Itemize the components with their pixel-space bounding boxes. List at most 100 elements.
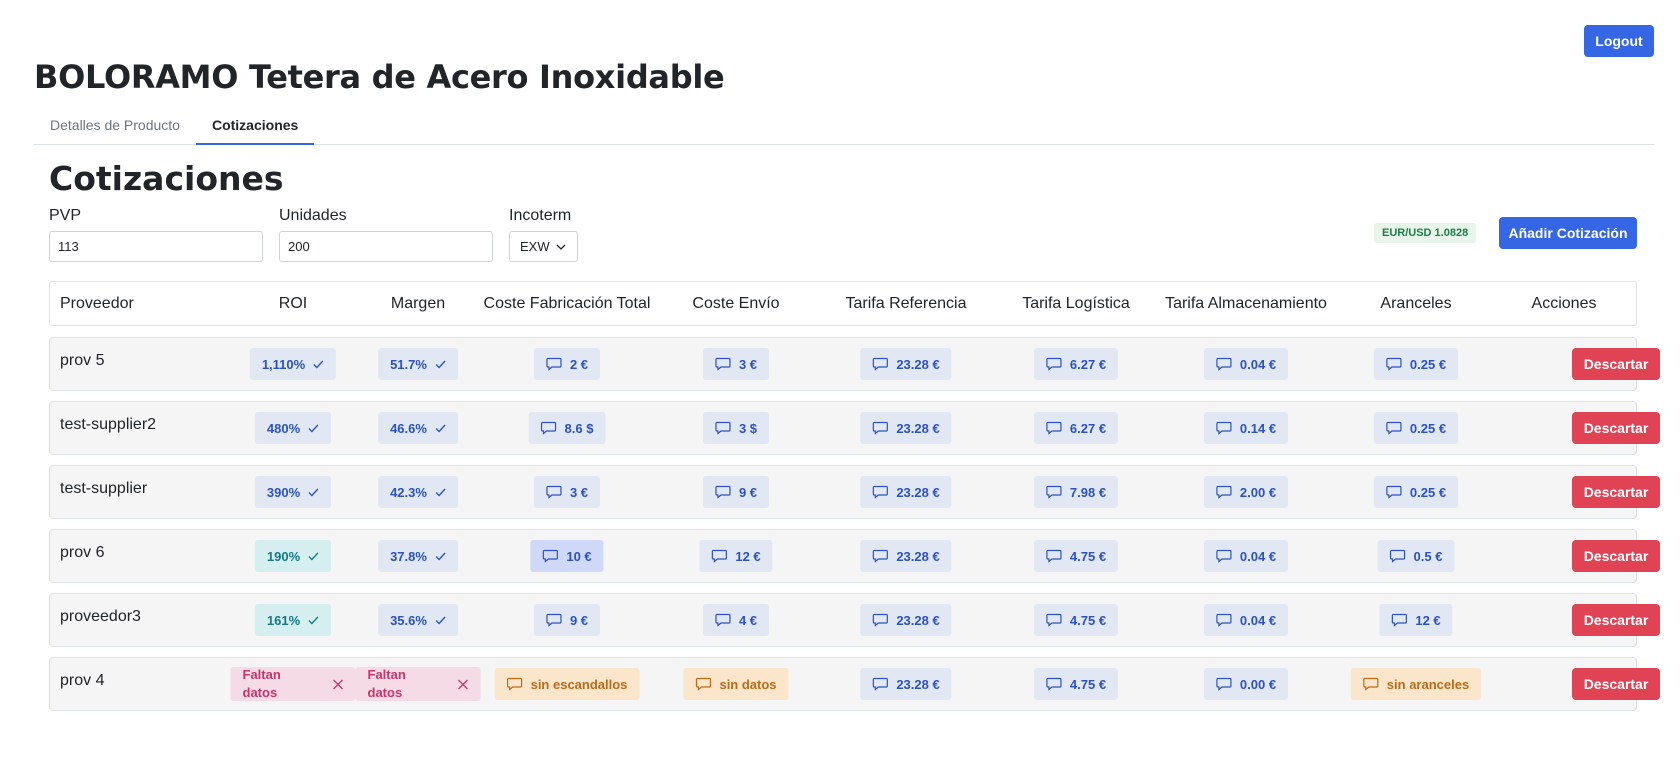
store-pill[interactable]: 0.00 € <box>1203 668 1289 700</box>
tab-quotes[interactable]: Cotizaciones <box>195 110 315 145</box>
fab-pill[interactable]: 2 € <box>533 348 601 380</box>
pill-text: 3 € <box>738 356 758 372</box>
pill-text: 0.25 € <box>1409 356 1447 372</box>
log-pill[interactable]: 6.27 € <box>1033 348 1119 380</box>
tariff-pill[interactable]: 0.25 € <box>1373 348 1459 380</box>
comment-icon <box>546 485 562 499</box>
fab-pill[interactable]: 3 € <box>533 476 601 508</box>
pill-text: sin aranceles <box>1386 676 1470 692</box>
fab-pill[interactable]: sin escandallos <box>494 668 640 700</box>
ship-pill[interactable]: 9 € <box>702 476 770 508</box>
roi-pill[interactable]: Faltan datos <box>230 667 356 701</box>
roi-pill[interactable]: 161% <box>254 604 332 636</box>
discard-button[interactable]: Descartar <box>1572 604 1660 636</box>
margin-pill[interactable]: 37.8% <box>378 540 458 572</box>
table-row: proveedor3 161% 35.6% 9 € 4 € 23.28 € 4.75 € 0.… <box>49 593 1660 647</box>
discard-button[interactable]: Descartar <box>1572 412 1660 444</box>
column-header: Coste Envío <box>692 295 780 312</box>
comment-icon <box>1216 613 1232 627</box>
pill-text: 9 € <box>569 612 589 628</box>
tariff-pill[interactable]: 0.25 € <box>1373 412 1459 444</box>
chevron-down-icon <box>556 244 566 250</box>
add-quote-button[interactable]: Añadir Cotización <box>1499 217 1637 249</box>
tariff-pill[interactable]: 0.5 € <box>1377 540 1455 572</box>
pill-text: 1,110% <box>261 356 306 372</box>
fab-pill[interactable]: 8.6 $ <box>528 412 606 444</box>
discard-button[interactable]: Descartar <box>1572 668 1660 700</box>
roi-pill[interactable]: 390% <box>254 476 332 508</box>
pill-text: 0.25 € <box>1409 484 1447 500</box>
margin-pill[interactable]: 46.6% <box>378 412 458 444</box>
product-title: BOLORAMO Tetera de Acero Inoxidable <box>34 58 725 96</box>
units-input[interactable]: 200 <box>279 231 493 262</box>
comment-icon <box>1386 421 1402 435</box>
store-pill[interactable]: 0.04 € <box>1203 348 1289 380</box>
comment-icon <box>506 677 523 691</box>
table-row: test-supplier2 480% 46.6% 8.6 $ 3 $ 23.28 € 6.… <box>49 401 1660 455</box>
pvp-input[interactable]: 113 <box>49 231 263 262</box>
comment-icon <box>872 421 888 435</box>
margin-pill[interactable]: 35.6% <box>378 604 458 636</box>
column-header: Tarifa Referencia <box>845 295 967 312</box>
comment-icon <box>1216 549 1232 563</box>
discard-button[interactable]: Descartar <box>1572 540 1660 572</box>
roi-pill[interactable]: 1,110% <box>249 348 337 380</box>
ship-pill[interactable]: 4 € <box>702 604 770 636</box>
log-pill[interactable]: 4.75 € <box>1033 604 1119 636</box>
log-pill[interactable]: 4.75 € <box>1033 540 1119 572</box>
ref-pill[interactable]: 23.28 € <box>860 348 952 380</box>
comment-icon <box>1386 357 1402 371</box>
ref-pill[interactable]: 23.28 € <box>860 668 952 700</box>
roi-pill[interactable]: 190% <box>254 540 332 572</box>
store-pill[interactable]: 0.04 € <box>1203 540 1289 572</box>
log-pill[interactable]: 7.98 € <box>1033 476 1119 508</box>
comment-icon <box>1216 357 1232 371</box>
store-pill[interactable]: 2.00 € <box>1203 476 1289 508</box>
pill-text: 4.75 € <box>1069 676 1107 692</box>
ref-pill[interactable]: 23.28 € <box>860 412 952 444</box>
margin-pill[interactable]: 42.3% <box>378 476 458 508</box>
discard-button[interactable]: Descartar <box>1572 348 1660 380</box>
pill-text: 0.00 € <box>1239 676 1277 692</box>
ship-pill[interactable]: 12 € <box>699 540 773 572</box>
tariff-pill[interactable]: sin aranceles <box>1350 668 1482 700</box>
comment-icon <box>1386 485 1402 499</box>
margin-pill[interactable]: 51.7% <box>378 348 458 380</box>
pill-text: 51.7% <box>390 356 427 372</box>
pill-text: Faltan datos <box>242 667 281 700</box>
table-row: prov 6 190% 37.8% 10 € 12 € 23.28 € 4.75 € 0.04… <box>49 529 1660 583</box>
incoterm-select[interactable]: EXW <box>509 231 578 262</box>
discard-button[interactable]: Descartar <box>1572 476 1660 508</box>
comment-icon <box>872 485 888 499</box>
ship-pill[interactable]: 3 $ <box>702 412 770 444</box>
tariff-pill[interactable]: 0.25 € <box>1373 476 1459 508</box>
supplier-name: test-supplier2 <box>60 416 157 433</box>
pill-text: 0.5 € <box>1413 548 1443 564</box>
margin-pill[interactable]: Faltan datos <box>355 667 481 701</box>
roi-pill[interactable]: 480% <box>254 412 332 444</box>
store-pill[interactable]: 0.14 € <box>1203 412 1289 444</box>
pill-text: 6.27 € <box>1069 420 1107 436</box>
ref-pill[interactable]: 23.28 € <box>860 604 952 636</box>
logout-button[interactable]: Logout <box>1584 25 1654 57</box>
pill-text: 4.75 € <box>1069 548 1107 564</box>
table-row: test-supplier 390% 42.3% 3 € 9 € 23.28 € 7.98 … <box>49 465 1660 519</box>
pill-text: 37.8% <box>390 548 427 564</box>
pvp-label: PVP <box>49 207 82 224</box>
log-pill[interactable]: 4.75 € <box>1033 668 1119 700</box>
tab-product-details[interactable]: Detalles de Producto <box>34 110 196 145</box>
fab-pill[interactable]: 10 € <box>530 540 604 572</box>
pill-text: sin escandallos <box>530 676 628 692</box>
pill-text: 0.04 € <box>1239 612 1277 628</box>
pill-text: 0.04 € <box>1239 548 1277 564</box>
tariff-pill[interactable]: 12 € <box>1379 604 1453 636</box>
store-pill[interactable]: 0.04 € <box>1203 604 1289 636</box>
check-icon <box>308 488 319 496</box>
log-pill[interactable]: 6.27 € <box>1033 412 1119 444</box>
ship-pill[interactable]: sin datos <box>683 668 789 700</box>
comment-icon <box>1216 485 1232 499</box>
fab-pill[interactable]: 9 € <box>533 604 601 636</box>
ref-pill[interactable]: 23.28 € <box>860 540 952 572</box>
ref-pill[interactable]: 23.28 € <box>860 476 952 508</box>
ship-pill[interactable]: 3 € <box>702 348 770 380</box>
